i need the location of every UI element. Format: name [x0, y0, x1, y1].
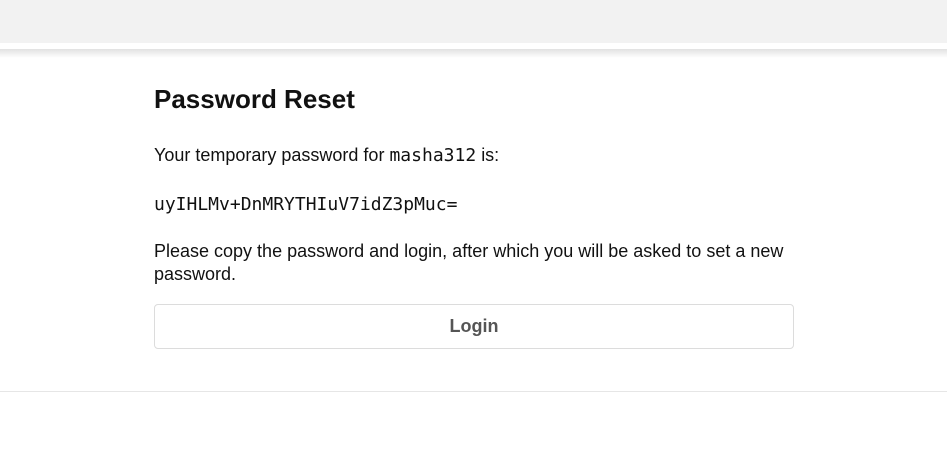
bottom-divider [0, 391, 947, 392]
instructions-text: Please copy the password and login, afte… [154, 241, 784, 284]
top-bar [0, 0, 947, 43]
top-bar-shadow [0, 49, 947, 58]
temporary-password: uyIHLMv+DnMRYTHIuV7idZ3pMuc= [154, 194, 458, 215]
login-button[interactable]: Login [154, 304, 794, 349]
intro-text: Your temporary password for masha312 is: [154, 144, 794, 167]
intro-suffix: is: [481, 145, 500, 165]
username: masha312 [389, 145, 477, 166]
page-title: Password Reset [154, 84, 355, 114]
password-reset-panel: Password Reset Your temporary password f… [154, 80, 794, 349]
intro-prefix: Your temporary password for [154, 145, 385, 165]
